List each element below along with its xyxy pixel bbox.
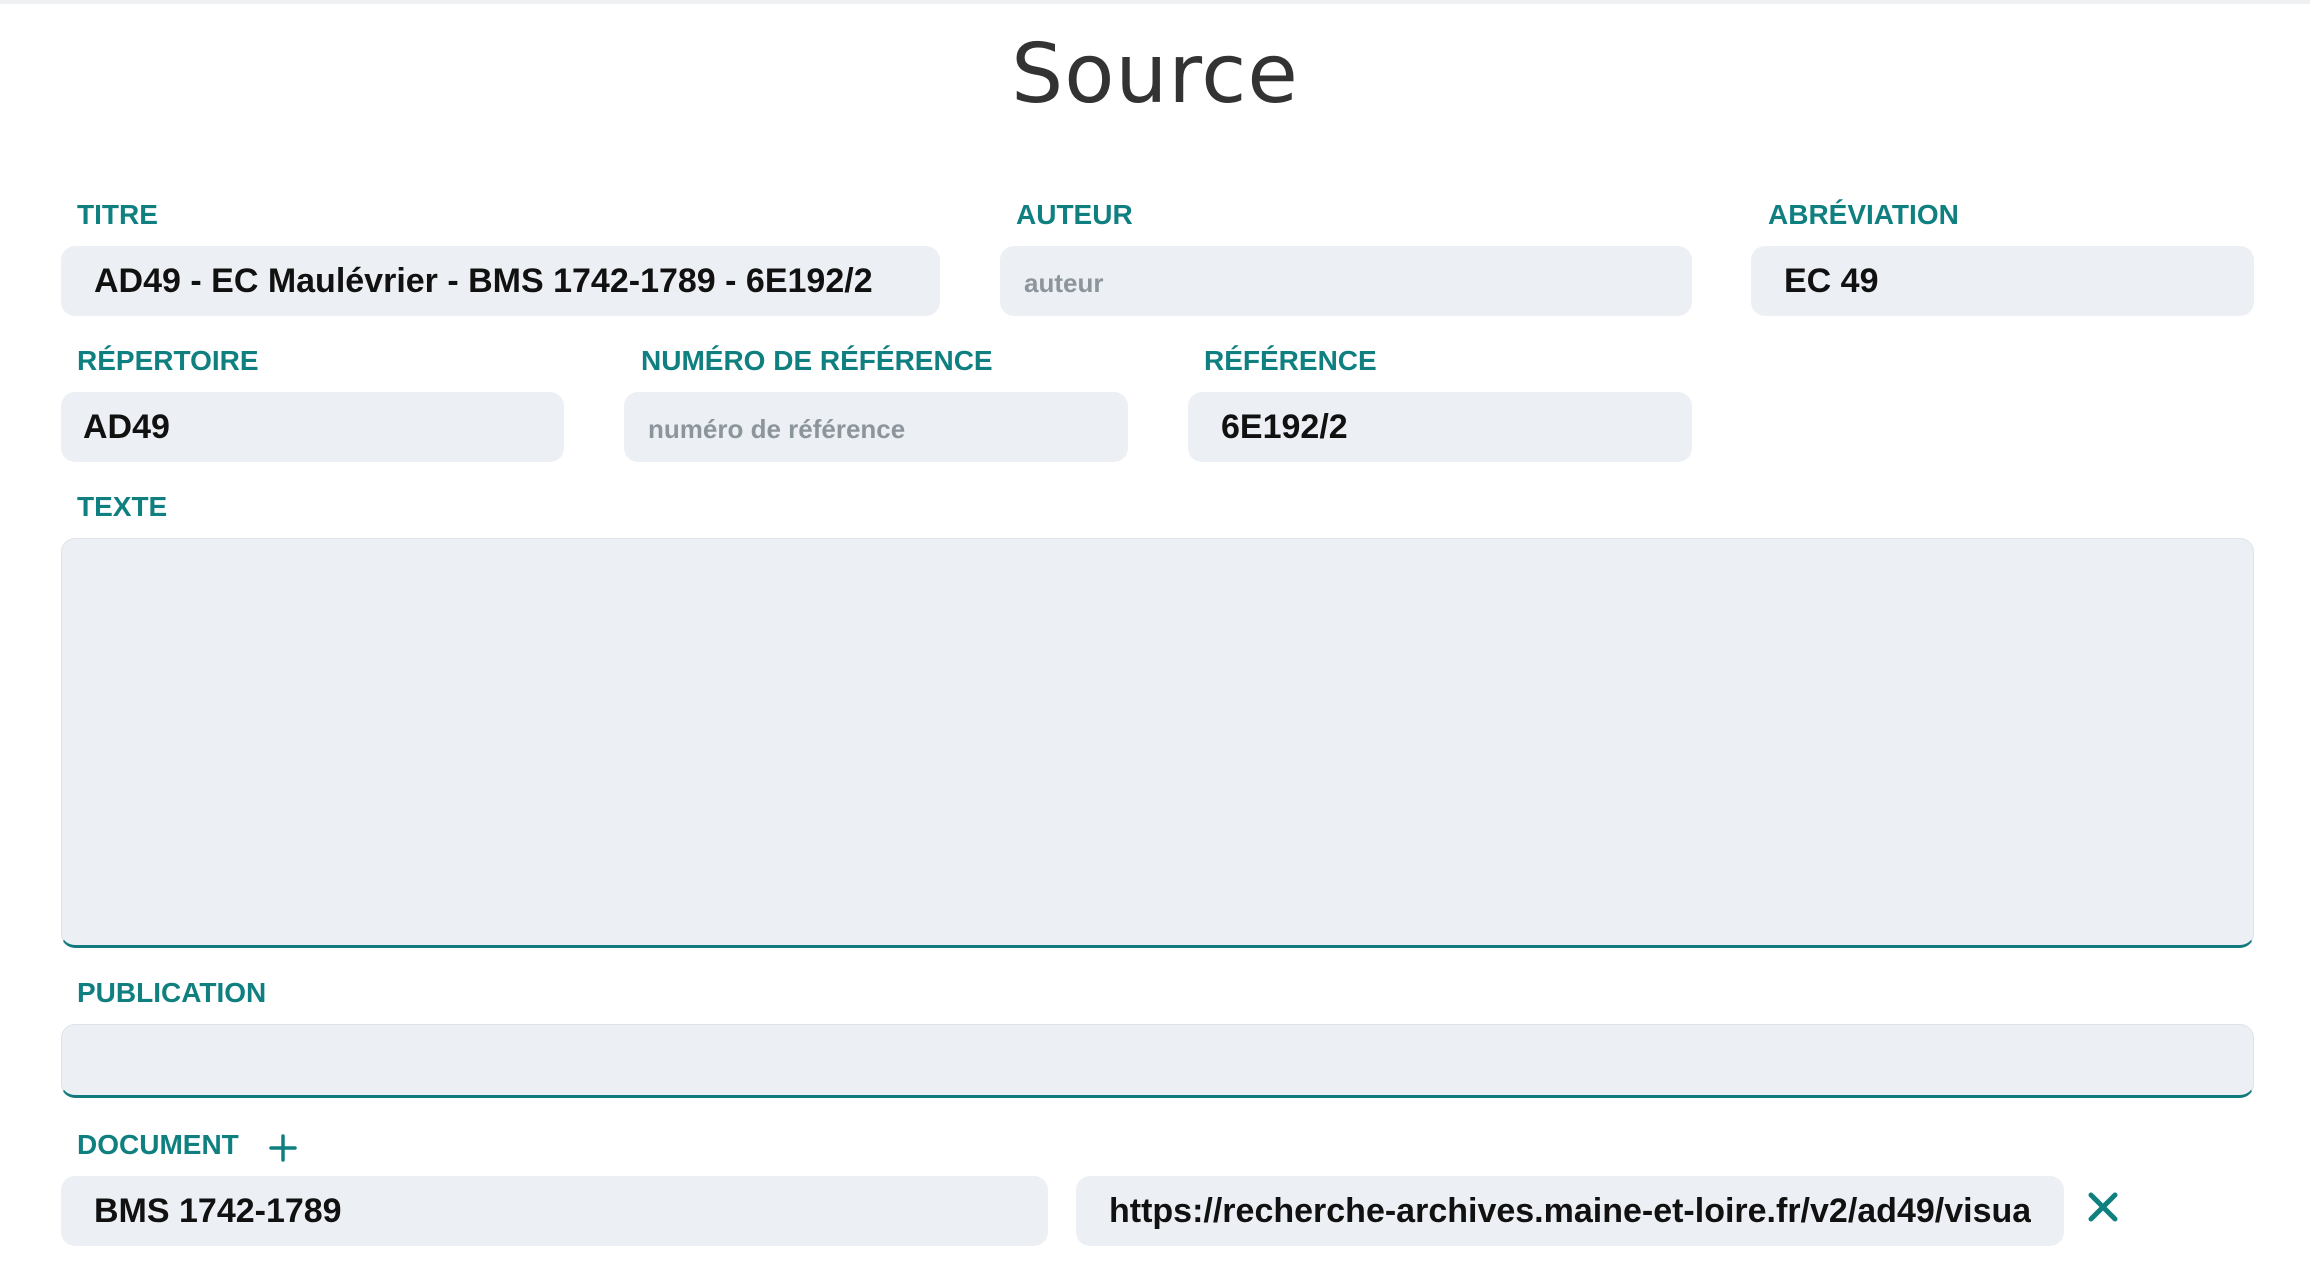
close-icon[interactable] <box>2086 1190 2120 1224</box>
document-name-input[interactable] <box>61 1176 1048 1246</box>
reference-input[interactable] <box>1188 392 1692 462</box>
plus-icon[interactable] <box>268 1126 298 1168</box>
repertoire-label: RÉPERTOIRE <box>77 345 259 376</box>
page-title: Source <box>1011 27 1299 122</box>
top-divider <box>0 0 2310 4</box>
abreviation-label: ABRÉVIATION <box>1768 199 1959 230</box>
titre-input[interactable] <box>61 246 940 316</box>
auteur-input[interactable] <box>1000 246 1692 316</box>
repertoire-input[interactable] <box>61 392 564 462</box>
auteur-label: AUTEUR <box>1016 199 1133 230</box>
numero-reference-label: NUMÉRO DE RÉFÉRENCE <box>641 345 993 376</box>
titre-label: TITRE <box>77 199 158 230</box>
document-url-input[interactable] <box>1076 1176 2064 1246</box>
numero-reference-input[interactable] <box>624 392 1128 462</box>
texte-textarea[interactable] <box>61 538 2254 948</box>
texte-label: TEXTE <box>77 491 168 522</box>
publication-textarea[interactable] <box>61 1024 2254 1098</box>
reference-label: RÉFÉRENCE <box>1204 345 1377 376</box>
document-label: DOCUMENT <box>77 1129 239 1160</box>
abreviation-input[interactable] <box>1751 246 2254 316</box>
publication-label: PUBLICATION <box>77 977 267 1008</box>
